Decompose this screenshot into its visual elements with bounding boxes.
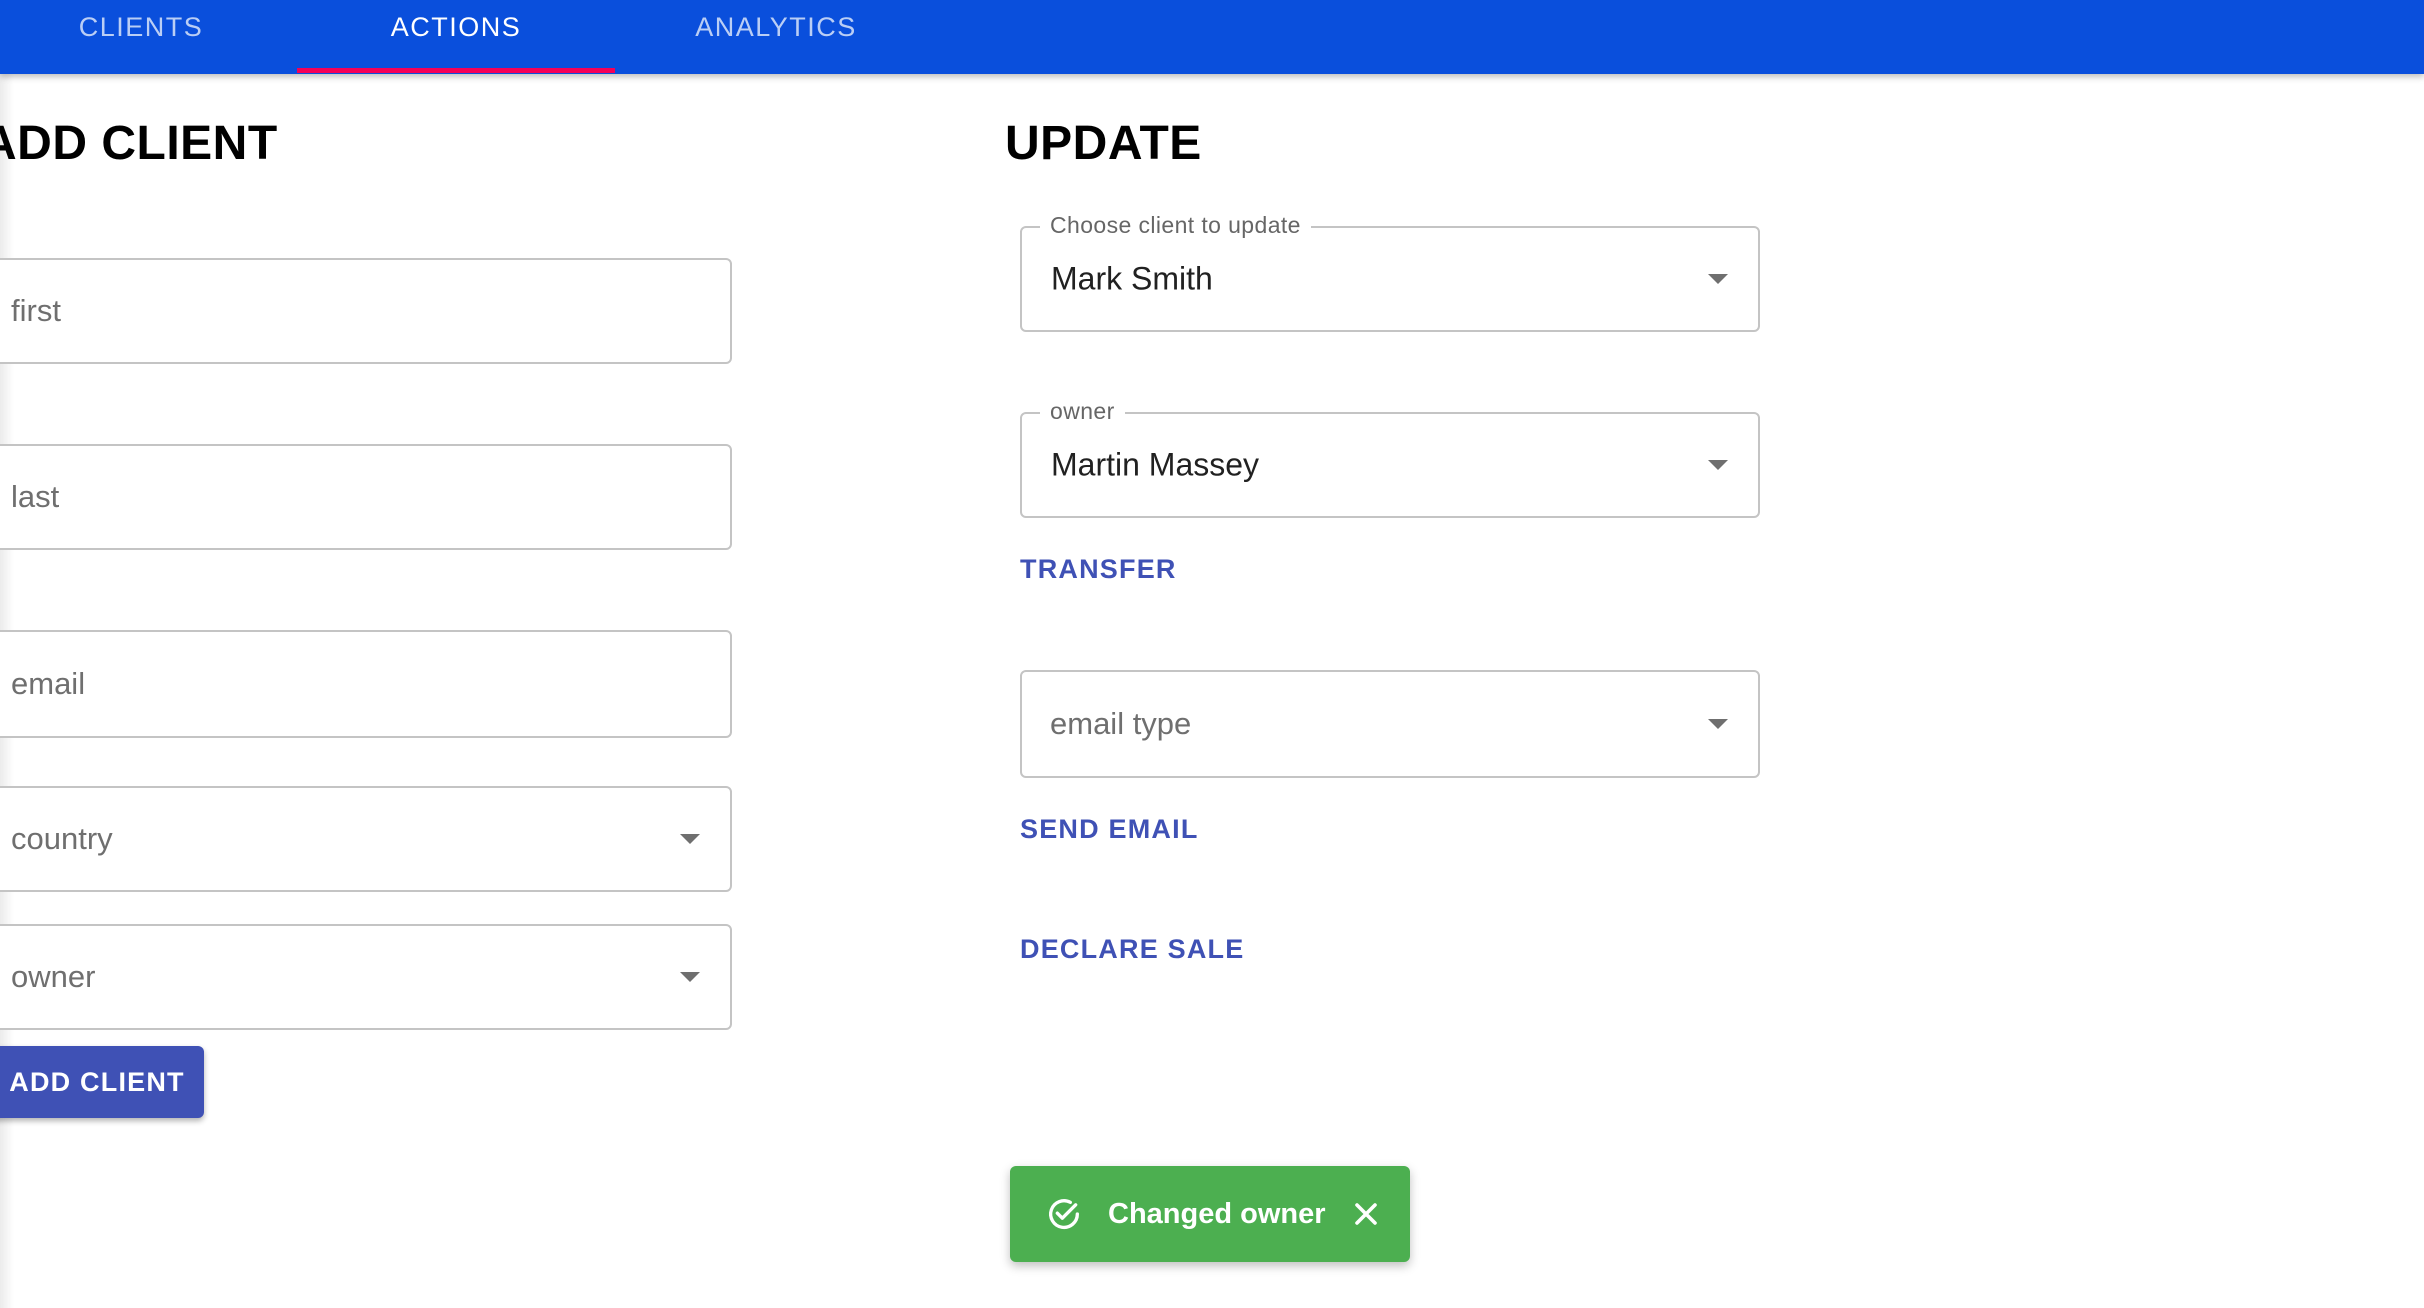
snackbar-message: Changed owner [1108, 1197, 1326, 1230]
owner-select-value: Martin Massey [1051, 446, 1260, 483]
owner-select-update[interactable]: owner Martin Massey [1020, 398, 1760, 518]
email-type-select[interactable]: email type [1020, 670, 1760, 778]
tab-analytics[interactable]: ANALYTICS [617, 0, 935, 74]
app-bar: CLIENTS ACTIONS ANALYTICS [0, 0, 2424, 74]
last-name-placeholder: last [11, 479, 60, 514]
chevron-down-icon [1708, 274, 1728, 284]
declare-sale-button[interactable]: DECLARE SALE [1020, 934, 1244, 965]
email-type-placeholder: email type [1050, 706, 1192, 741]
country-placeholder: country [11, 821, 113, 856]
email-placeholder: email [11, 666, 86, 701]
transfer-button[interactable]: TRANSFER [1020, 554, 1177, 585]
first-name-placeholder: first [11, 293, 61, 328]
chevron-down-icon [1708, 460, 1728, 470]
chevron-down-icon [680, 834, 700, 844]
chevron-down-icon [1708, 719, 1728, 729]
tab-actions[interactable]: ACTIONS [297, 0, 615, 74]
last-name-field[interactable]: last [0, 444, 732, 550]
owner-select-add[interactable]: owner [0, 924, 732, 1030]
success-snackbar: Changed owner [1010, 1166, 1410, 1262]
tab-clients[interactable]: CLIENTS [0, 0, 300, 74]
chevron-down-icon [680, 972, 700, 982]
owner-select-label: owner [1040, 398, 1125, 425]
client-select-label: Choose client to update [1040, 212, 1311, 239]
active-tab-indicator [297, 68, 615, 73]
add-client-title: ADD CLIENT [0, 117, 278, 170]
update-title: UPDATE [1005, 117, 1202, 170]
email-field[interactable]: email [0, 630, 732, 738]
add-client-button[interactable]: ADD CLIENT [0, 1046, 204, 1118]
country-select[interactable]: country [0, 786, 732, 892]
close-icon[interactable] [1348, 1196, 1384, 1232]
check-circle-icon [1049, 1199, 1080, 1230]
first-name-field[interactable]: first [0, 258, 732, 364]
client-to-update-select[interactable]: Choose client to update Mark Smith [1020, 212, 1760, 332]
send-email-button[interactable]: SEND EMAIL [1020, 814, 1199, 845]
client-select-value: Mark Smith [1051, 260, 1213, 297]
owner-placeholder: owner [11, 959, 96, 994]
